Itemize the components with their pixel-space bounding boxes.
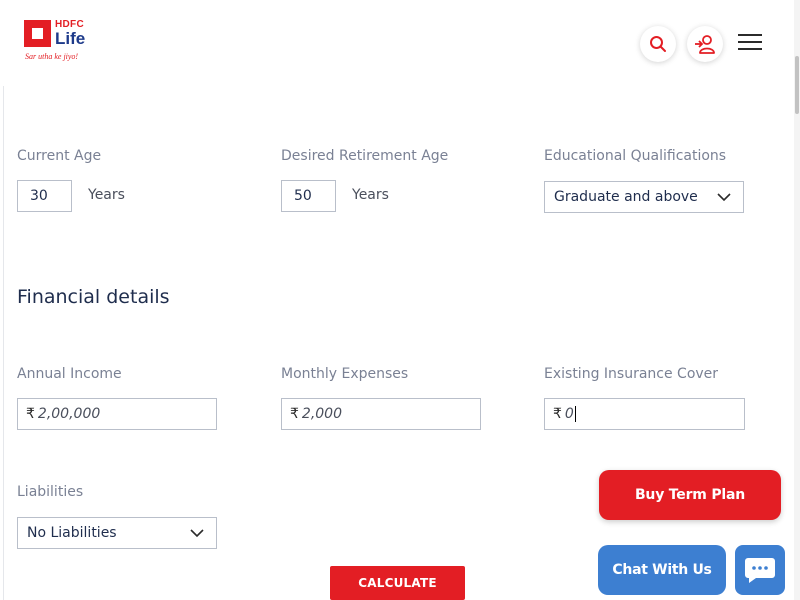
education-label: Educational Qualifications	[544, 148, 727, 164]
rupee-icon: ₹	[26, 406, 35, 422]
liabilities-select[interactable]: No Liabilities	[17, 517, 217, 549]
liabilities-selected-value: No Liabilities	[27, 525, 117, 541]
hamburger-menu-icon	[738, 34, 766, 50]
chat-with-us-button[interactable]: Chat With Us	[598, 545, 726, 595]
education-selected-value: Graduate and above	[554, 189, 698, 205]
insurance-cover-label: Existing Insurance Cover	[544, 366, 719, 382]
retirement-age-label: Desired Retirement Age	[281, 148, 449, 164]
rupee-icon: ₹	[290, 406, 299, 422]
chevron-down-icon	[190, 528, 204, 537]
logo-square	[24, 20, 51, 47]
monthly-expenses-value: 2,000	[301, 406, 343, 422]
add-user-icon	[695, 35, 715, 54]
education-select[interactable]: Graduate and above	[544, 181, 744, 213]
current-age-unit: Years	[88, 187, 125, 203]
page-scrollbar[interactable]	[794, 0, 800, 600]
login-button[interactable]	[687, 26, 723, 62]
scrollbar-thumb[interactable]	[795, 56, 799, 114]
liabilities-label: Liabilities	[17, 484, 84, 500]
annual-income-label: Annual Income	[17, 366, 122, 382]
current-age-label: Current Age	[17, 148, 102, 164]
hamburger-menu-button[interactable]	[738, 34, 766, 54]
insurance-cover-value: 0	[564, 406, 574, 422]
calculate-button[interactable]: CALCULATE	[330, 566, 465, 600]
logo-name-bottom: Life	[55, 29, 86, 48]
annual-income-value: 2,00,000	[37, 406, 101, 422]
rupee-icon: ₹	[553, 406, 562, 422]
monthly-expenses-label: Monthly Expenses	[281, 366, 409, 382]
search-icon	[650, 36, 666, 52]
site-header: HDFC Life Sar utha ke jiyo!	[0, 0, 794, 86]
buy-term-plan-button[interactable]: Buy Term Plan	[599, 470, 781, 520]
chat-launcher-button[interactable]	[735, 545, 785, 595]
retirement-age-unit: Years	[352, 187, 389, 203]
hdfc-life-logo[interactable]: HDFC Life Sar utha ke jiyo!	[24, 18, 114, 64]
chat-bubble-icon	[745, 558, 775, 583]
monthly-expenses-input[interactable]: ₹ 2,000	[281, 398, 481, 430]
text-cursor	[574, 406, 576, 422]
search-button[interactable]	[640, 26, 676, 62]
chevron-down-icon	[717, 192, 731, 201]
retirement-age-input[interactable]: 50	[281, 180, 336, 212]
annual-income-input[interactable]: ₹ 2,00,000	[17, 398, 217, 430]
financial-details-title: Financial details	[17, 286, 170, 308]
insurance-cover-input[interactable]: ₹ 0	[544, 398, 745, 430]
current-age-input[interactable]: 30	[17, 180, 72, 212]
logo-tagline: Sar utha ke jiyo!	[25, 52, 79, 61]
content-border	[3, 86, 4, 600]
